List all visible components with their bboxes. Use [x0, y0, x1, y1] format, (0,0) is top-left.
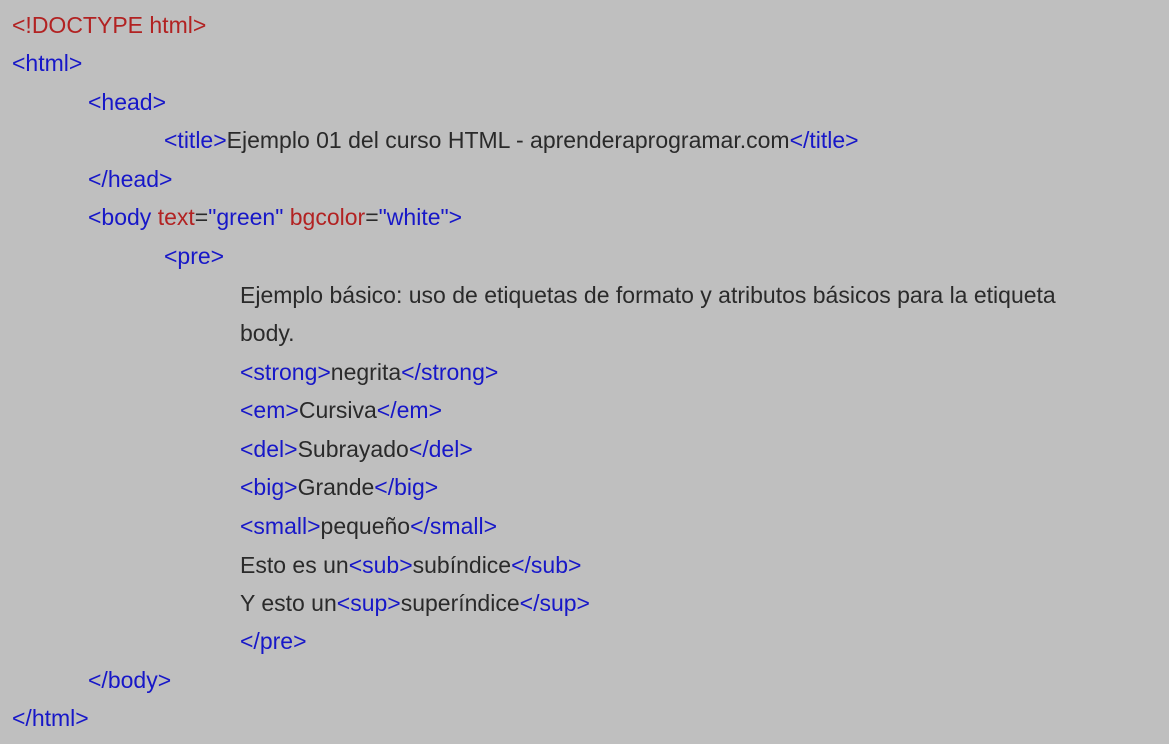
code-line-html-open: <html>	[12, 48, 82, 78]
strong-close-tag: </strong>	[401, 359, 499, 385]
sup-prefix-text: Y esto un	[240, 590, 337, 616]
html-close-tag: </html>	[12, 705, 89, 731]
del-text: Subrayado	[297, 436, 409, 462]
del-open-tag: <del>	[240, 436, 298, 462]
sup-close-tag: </sup>	[519, 590, 590, 616]
code-line-small: <small>pequeño</small>	[240, 511, 497, 541]
code-line-big: <big>Grande</big>	[240, 472, 438, 502]
code-line-head-close: </head>	[88, 164, 172, 194]
attr-bgcolor-name: bgcolor	[289, 204, 366, 230]
code-line-strong: <strong>negrita</strong>	[240, 357, 498, 387]
code-line-del: <del>Subrayado</del>	[240, 434, 473, 464]
code-line-pre-close: </pre>	[240, 626, 307, 656]
sup-text: superíndice	[400, 590, 520, 616]
body-close-tag: </body>	[88, 667, 172, 693]
title-text: Ejemplo 01 del curso HTML - aprenderapro…	[226, 127, 790, 153]
attr-bgcolor-value: "white"	[378, 204, 449, 230]
small-close-tag: </small>	[410, 513, 498, 539]
code-line-html-close: </html>	[12, 703, 89, 733]
code-line-sup: Y esto un<sup>superíndice</sup>	[240, 588, 590, 618]
code-line-doctype: <!DOCTYPE html>	[12, 10, 206, 40]
title-open-tag: <title>	[164, 127, 227, 153]
strong-text: negrita	[330, 359, 402, 385]
sub-text: subíndice	[412, 552, 512, 578]
pre-close-tag: </pre>	[240, 628, 307, 654]
big-text: Grande	[297, 474, 375, 500]
html-open-tag: <html>	[12, 50, 83, 76]
attr-text-equals: =	[194, 204, 209, 230]
small-open-tag: <small>	[240, 513, 321, 539]
doctype-declaration: <!DOCTYPE html>	[12, 12, 207, 38]
code-line-title: <title>Ejemplo 01 del curso HTML - apren…	[164, 125, 859, 155]
description-text-line-1: Ejemplo básico: uso de etiquetas de form…	[240, 282, 1056, 308]
body-open-tag-end: >	[448, 204, 463, 230]
em-close-tag: </em>	[376, 397, 443, 423]
big-close-tag: </big>	[374, 474, 439, 500]
del-close-tag: </del>	[408, 436, 473, 462]
code-listing: <!DOCTYPE html> <html> <head> <title>Eje…	[0, 0, 1169, 744]
description-text-line-2: body.	[240, 320, 295, 346]
code-line-body-close: </body>	[88, 665, 171, 695]
sup-open-tag: <sup>	[336, 590, 401, 616]
code-line-em: <em>Cursiva</em>	[240, 395, 442, 425]
body-open-tag-start: <body	[88, 204, 158, 230]
attr-text-value: "green"	[208, 204, 284, 230]
attr-text-name: text	[157, 204, 195, 230]
code-line-sub: Esto es un<sub>subíndice</sub>	[240, 550, 581, 580]
sub-open-tag: <sub>	[348, 552, 413, 578]
big-open-tag: <big>	[240, 474, 298, 500]
em-text: Cursiva	[298, 397, 377, 423]
em-open-tag: <em>	[240, 397, 299, 423]
strong-open-tag: <strong>	[240, 359, 331, 385]
code-line-pre-open: <pre>	[164, 241, 224, 271]
title-close-tag: </title>	[789, 127, 859, 153]
code-line-description-1: Ejemplo básico: uso de etiquetas de form…	[240, 280, 1056, 310]
attr-bgcolor-equals: =	[365, 204, 379, 230]
head-close-tag: </head>	[88, 166, 173, 192]
sub-prefix-text: Esto es un	[240, 552, 349, 578]
head-open-tag: <head>	[88, 89, 167, 115]
code-line-description-2: body.	[240, 318, 295, 348]
pre-open-tag: <pre>	[164, 243, 225, 269]
small-text: pequeño	[320, 513, 411, 539]
code-line-head-open: <head>	[88, 87, 166, 117]
sub-close-tag: </sub>	[511, 552, 582, 578]
code-line-body-open: <body text="green" bgcolor="white">	[88, 202, 462, 232]
